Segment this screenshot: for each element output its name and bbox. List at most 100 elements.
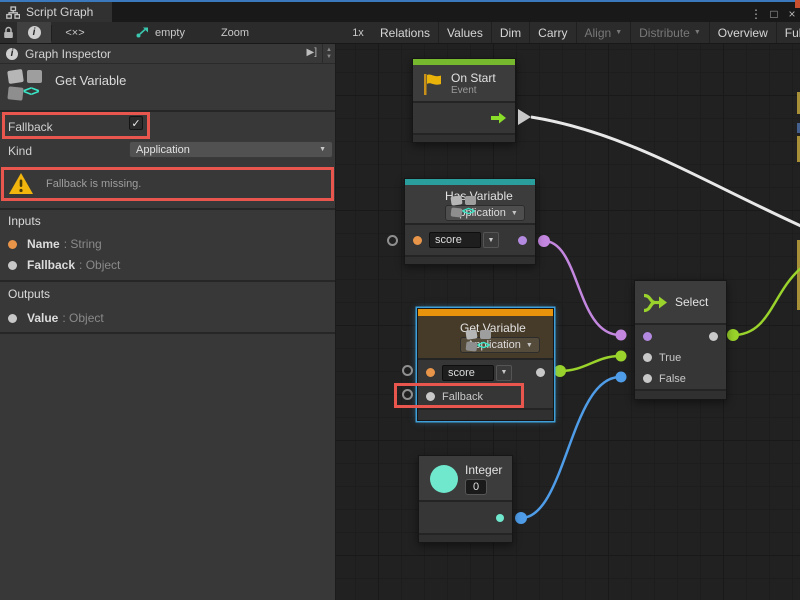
section-divider bbox=[0, 332, 335, 334]
node-footer bbox=[405, 255, 535, 264]
select-header: Select bbox=[635, 281, 726, 325]
zoom-label: Zoom bbox=[218, 22, 252, 43]
get-variable-header: <> Get Variable Application ▼ bbox=[418, 316, 553, 360]
graph-ref-icon bbox=[136, 27, 149, 38]
on-start-flow-row bbox=[413, 103, 515, 133]
inspector-toggle-button[interactable]: i bbox=[17, 22, 51, 43]
inspected-unit-title: Get Variable bbox=[55, 73, 126, 88]
false-port-label: False bbox=[659, 373, 686, 385]
has-variable-header: <> Has Variable Application ▼ bbox=[405, 185, 535, 225]
annotation-warning bbox=[1, 167, 334, 201]
full-screen-button[interactable]: Full Screen bbox=[777, 22, 800, 43]
toolbar-button-group: Relations Values Dim Carry Align ▼ Distr… bbox=[372, 22, 800, 43]
section-divider bbox=[0, 208, 335, 210]
flow-connection-arrow[interactable] bbox=[518, 109, 531, 125]
node-on-start[interactable]: On Start Event bbox=[412, 58, 516, 143]
integer-value-field[interactable]: 0 bbox=[465, 479, 487, 495]
dim-button[interactable]: Dim bbox=[492, 22, 529, 43]
variable-name-field[interactable]: score ▼ bbox=[429, 232, 499, 248]
integer-literal-icon bbox=[430, 465, 458, 493]
false-input-port[interactable] bbox=[643, 374, 652, 383]
node-title: Integer bbox=[465, 463, 506, 477]
output-row-value: Value : Object bbox=[8, 310, 104, 326]
node-has-variable[interactable]: <> Has Variable Application ▼ score ▼ bbox=[404, 178, 536, 265]
kind-field-label: Kind bbox=[8, 144, 32, 158]
port-dot bbox=[8, 261, 17, 270]
carry-button[interactable]: Carry bbox=[530, 22, 575, 43]
boolean-output-port[interactable] bbox=[518, 236, 527, 245]
graph-inspector-header: i Graph Inspector ▶] ▲ ▼ bbox=[0, 44, 335, 64]
info-icon: i bbox=[28, 26, 41, 39]
graph-toolbar: i <×> empty Zoom 1x Relations Values Dim bbox=[0, 22, 800, 44]
node-integer[interactable]: Integer 0 bbox=[418, 455, 513, 543]
port-dot bbox=[8, 240, 17, 249]
graph-canvas[interactable] bbox=[336, 44, 800, 600]
integer-output-port[interactable] bbox=[496, 514, 504, 522]
select-merge-icon bbox=[642, 291, 668, 315]
dock-panel-icon[interactable]: ▶] bbox=[307, 47, 317, 58]
title-bar: Script Graph ⋮ □ × bbox=[0, 2, 800, 22]
lock-button[interactable] bbox=[0, 22, 17, 43]
inspector-title: Graph Inspector bbox=[25, 47, 111, 61]
node-footer bbox=[418, 408, 553, 420]
flag-icon bbox=[420, 71, 446, 97]
script-graph-icon bbox=[6, 6, 20, 19]
info-icon: i bbox=[6, 48, 18, 60]
port-dot bbox=[8, 314, 17, 323]
chevron-down-icon: ▼ bbox=[319, 146, 326, 153]
graph-ref-label: empty bbox=[155, 27, 185, 39]
unconnected-port-indicator bbox=[387, 235, 398, 246]
annotation-fallback-port bbox=[394, 383, 524, 408]
scroll-up-icon[interactable]: ▲ bbox=[326, 47, 332, 54]
zoom-value: 1x bbox=[347, 22, 369, 43]
code-view-button[interactable]: <×> bbox=[51, 22, 99, 43]
panel-scroll-arrows[interactable]: ▲ ▼ bbox=[322, 44, 335, 64]
scroll-down-icon[interactable]: ▼ bbox=[326, 54, 332, 61]
chevron-down-icon: ▼ bbox=[615, 29, 622, 36]
value-output-port[interactable] bbox=[536, 368, 545, 377]
distribute-button[interactable]: Distribute ▼ bbox=[631, 22, 709, 43]
get-variable-color-bar bbox=[418, 309, 553, 316]
select-true-row: True bbox=[635, 347, 726, 368]
graph-reference-breadcrumb[interactable]: empty bbox=[136, 22, 216, 43]
on-start-header: On Start Event bbox=[413, 65, 515, 103]
integer-port-row bbox=[419, 502, 512, 533]
get-variable-name-row: score ▼ bbox=[418, 360, 553, 385]
tab-label: Script Graph bbox=[26, 5, 93, 19]
node-footer bbox=[419, 533, 512, 542]
variable-name-field[interactable]: score ▼ bbox=[442, 365, 512, 381]
overview-button[interactable]: Overview bbox=[710, 22, 776, 43]
window-maximize-button[interactable]: □ bbox=[766, 4, 782, 24]
integer-header: Integer 0 bbox=[419, 456, 512, 502]
chevron-down-icon[interactable]: ▼ bbox=[483, 232, 499, 248]
kind-dropdown[interactable]: Application ▼ bbox=[129, 141, 333, 158]
select-false-row: False bbox=[635, 368, 726, 389]
node-title: On Start bbox=[451, 71, 509, 85]
chevron-down-icon: ▼ bbox=[526, 342, 533, 349]
script-graph-window: Script Graph ⋮ □ × i <×> empty bbox=[0, 0, 800, 600]
annotation-fallback-field bbox=[2, 112, 150, 139]
input-row-fallback: Fallback : Object bbox=[8, 257, 120, 273]
name-input-port[interactable] bbox=[426, 368, 435, 377]
inputs-section-title: Inputs bbox=[8, 214, 41, 228]
unconnected-port-indicator bbox=[402, 365, 413, 376]
relations-button[interactable]: Relations bbox=[372, 22, 438, 43]
node-title: Select bbox=[675, 295, 708, 309]
node-select[interactable]: Select True False bbox=[634, 280, 727, 400]
flow-output-port[interactable] bbox=[491, 112, 507, 124]
code-icon: <×> bbox=[65, 27, 84, 39]
lock-icon bbox=[3, 26, 14, 39]
chevron-down-icon[interactable]: ▼ bbox=[496, 365, 512, 381]
true-input-port[interactable] bbox=[643, 353, 652, 362]
align-button[interactable]: Align ▼ bbox=[577, 22, 631, 43]
has-variable-port-row: score ▼ bbox=[405, 225, 535, 255]
name-input-port[interactable] bbox=[413, 236, 422, 245]
values-button[interactable]: Values bbox=[439, 22, 491, 43]
condition-input-port[interactable] bbox=[643, 332, 652, 341]
section-divider bbox=[0, 280, 335, 282]
window-menu-button[interactable]: ⋮ bbox=[748, 4, 764, 24]
chevron-down-icon: ▼ bbox=[694, 29, 701, 36]
selection-output-port[interactable] bbox=[709, 332, 718, 341]
tab-script-graph[interactable]: Script Graph bbox=[0, 2, 112, 22]
node-subtitle: Event bbox=[451, 85, 509, 96]
